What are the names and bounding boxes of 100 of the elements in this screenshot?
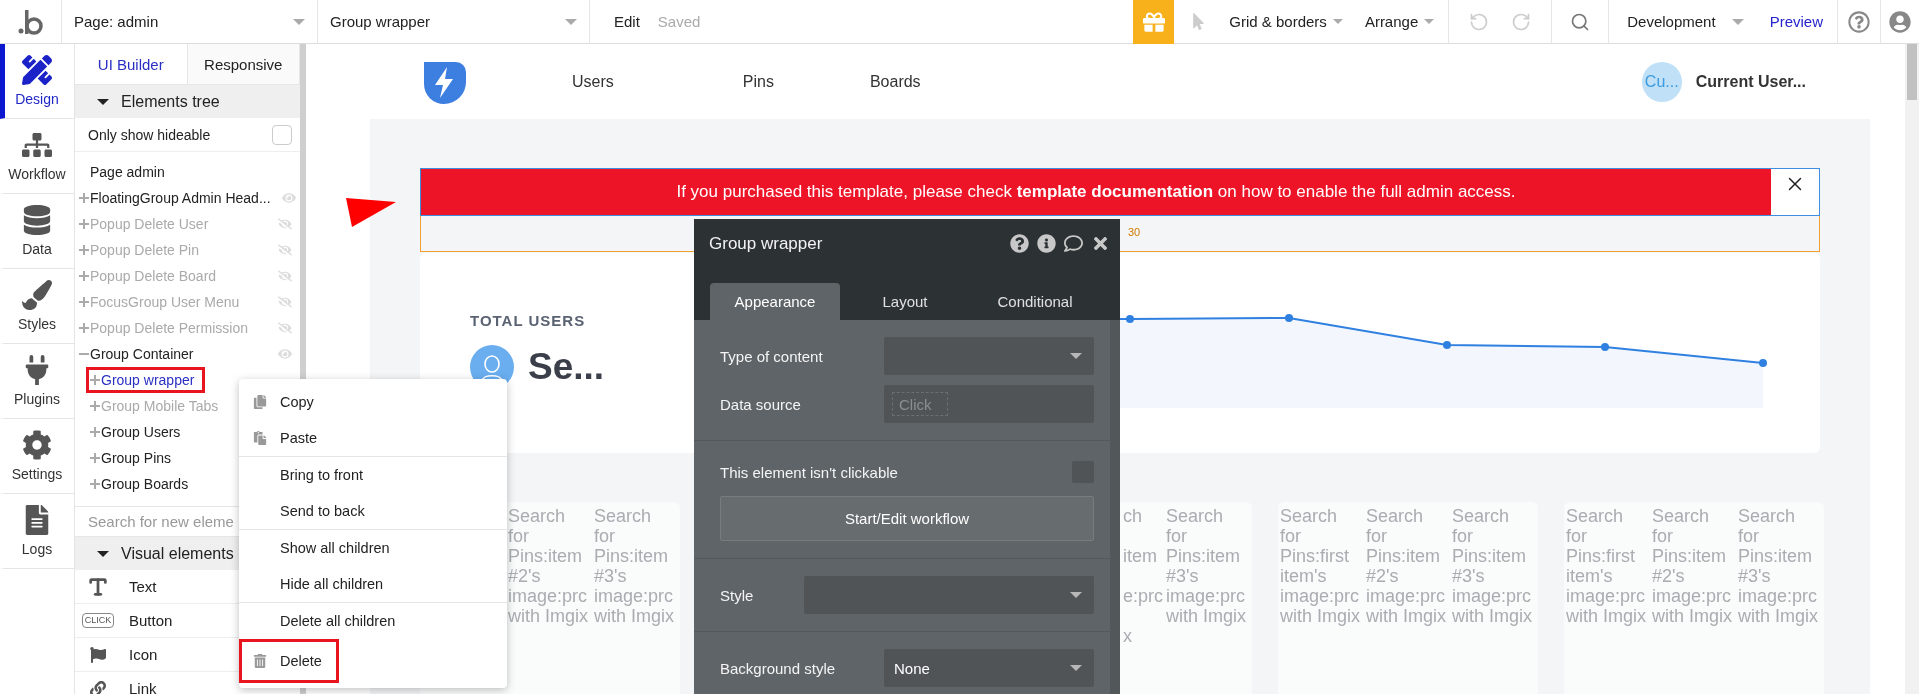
user-icon[interactable] <box>1889 10 1911 33</box>
tree-item[interactable]: Group Pins <box>101 450 172 466</box>
expand-icon[interactable] <box>89 400 101 412</box>
database-icon <box>22 205 52 235</box>
caret-icon <box>565 18 577 25</box>
preview-link[interactable]: Preview <box>1769 13 1823 30</box>
page-dropdown[interactable]: Page: admin <box>74 0 305 43</box>
expand-icon[interactable] <box>89 478 101 490</box>
search-icon[interactable] <box>1570 11 1591 32</box>
caret-icon <box>293 18 305 25</box>
expand-icon[interactable] <box>78 218 90 230</box>
eye-slash-icon[interactable] <box>278 321 292 335</box>
environment-dropdown[interactable]: Development <box>1627 13 1744 30</box>
help-icon[interactable] <box>1848 10 1870 33</box>
panel-tab[interactable]: UI Builder <box>75 44 188 85</box>
menu-item[interactable]: Paste <box>239 420 335 456</box>
eye-slash-icon[interactable] <box>278 295 292 309</box>
nav-link[interactable]: Pins <box>742 72 774 91</box>
expand-icon[interactable] <box>89 452 101 464</box>
editor-tab[interactable]: Layout <box>840 283 970 320</box>
tree-item[interactable]: Group Users <box>101 424 181 440</box>
tree-item[interactable]: Group wrapper <box>101 372 195 388</box>
arrange-menu[interactable]: Arrange <box>1364 13 1435 30</box>
panel-tab[interactable]: Responsive <box>187 44 300 85</box>
chart-point <box>1601 343 1609 351</box>
eye-slash-icon[interactable] <box>278 243 292 257</box>
trash-icon <box>253 654 267 668</box>
link-icon <box>90 680 106 694</box>
workflow-button[interactable]: Start/Edit workflow <box>720 496 1094 541</box>
expand-icon[interactable] <box>78 244 90 256</box>
text-icon <box>87 575 109 598</box>
editor-tab[interactable]: Appearance <box>710 283 840 320</box>
menu-item[interactable]: Copy <box>239 384 331 420</box>
nav-tab[interactable]: Design <box>0 44 74 119</box>
comment-icon[interactable] <box>1064 234 1083 253</box>
card-text: e:prc <box>1123 586 1164 606</box>
expand-icon[interactable] <box>78 270 90 282</box>
card-text: Search for Pins:item #2's image:prc with Imgix <box>508 506 589 628</box>
nav-link[interactable]: Users <box>572 72 614 91</box>
caret-icon <box>1070 665 1082 671</box>
expand-icon[interactable] <box>78 192 90 204</box>
card-text: Search for Pins:item #3's image:prc with Imgix <box>1166 506 1247 628</box>
menu-item[interactable]: Bring to front <box>239 457 380 493</box>
dropdown[interactable]: None <box>884 649 1094 687</box>
card-text: item <box>1123 546 1157 566</box>
expand-icon[interactable] <box>78 322 90 334</box>
card-text: Search for Pins:first item's image:prc with Imgix <box>1280 506 1361 628</box>
flag-icon <box>90 646 106 663</box>
card-text: Search for Pins:item #3's image:prc with Imgix <box>1738 506 1819 628</box>
nav-link[interactable]: Boards <box>869 72 921 91</box>
editor-title: Group wrapper <box>709 233 823 254</box>
save-status: Saved <box>657 13 701 30</box>
card-text: Search for Pins:first item's image:prc with Imgix <box>1566 506 1647 628</box>
element-dropdown[interactable]: Group wrapper <box>330 0 577 43</box>
eye-icon[interactable] <box>281 191 296 205</box>
gift-button[interactable] <box>1133 0 1175 44</box>
card-text: Search for Pins:item #2's image:prc with Imgix <box>1366 506 1447 628</box>
settings-icon <box>22 430 52 460</box>
eye-slash-icon[interactable] <box>278 269 292 283</box>
chart-point <box>1285 314 1293 322</box>
eye-slash-icon[interactable] <box>278 217 292 231</box>
field-label: Type of content <box>720 347 823 365</box>
input-field[interactable]: Click <box>892 392 948 416</box>
card-text: Search for Pins:item #2's image:prc with Imgix <box>1652 506 1733 628</box>
checkbox-label: This element isn't clickable <box>720 463 898 481</box>
button-icon: CLICK <box>81 613 115 628</box>
caret-icon <box>1070 592 1082 598</box>
undo-icon[interactable] <box>1469 11 1490 32</box>
editor-tab[interactable]: Conditional <box>970 283 1100 320</box>
spacing-label: 30 <box>1128 226 1141 238</box>
tree-item[interactable]: Group Boards <box>101 476 189 492</box>
scrollbar[interactable] <box>1110 320 1120 694</box>
menu-item[interactable]: Delete <box>239 639 339 683</box>
checkbox[interactable] <box>272 124 292 145</box>
caret-icon <box>97 98 109 105</box>
field-label: Background style <box>720 659 836 677</box>
close-icon[interactable] <box>1091 234 1110 253</box>
gift-icon <box>1142 10 1165 33</box>
user-name[interactable]: Current User... <box>1695 72 1806 91</box>
tree-item[interactable]: Group Container <box>90 346 194 362</box>
expand-icon[interactable] <box>78 296 90 308</box>
chart-point <box>1126 315 1134 323</box>
grid-borders-menu[interactable]: Grid & borders <box>1229 13 1343 30</box>
tree-item[interactable]: FloatingGroup Admin Head... <box>90 190 271 206</box>
tree-item[interactable]: Page admin <box>90 164 165 180</box>
card-text: ch <box>1123 506 1142 526</box>
caret-icon <box>1070 353 1082 359</box>
eye-icon[interactable] <box>278 347 292 361</box>
info-icon[interactable] <box>1037 234 1056 253</box>
edit-menu[interactable]: Edit <box>614 13 640 30</box>
brush-icon <box>22 280 52 310</box>
copy-icon <box>253 395 267 409</box>
pencil-ruler-icon <box>22 55 52 85</box>
expand-icon[interactable] <box>89 374 101 386</box>
section-header[interactable]: Elements tree <box>75 85 300 118</box>
scrollbar[interactable] <box>1905 44 1919 694</box>
redo-icon[interactable] <box>1511 11 1532 32</box>
help-icon[interactable] <box>1010 234 1029 253</box>
expand-icon[interactable] <box>89 426 101 438</box>
chart-point <box>1443 341 1451 349</box>
